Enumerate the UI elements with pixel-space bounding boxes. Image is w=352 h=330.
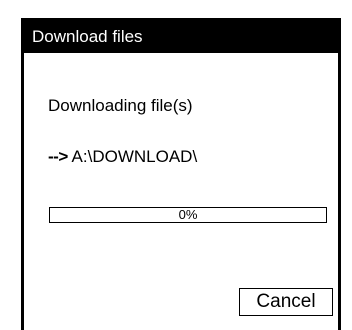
cancel-button[interactable]: Cancel — [239, 288, 333, 316]
download-dialog: Download files Downloading file(s) --> A… — [21, 18, 341, 330]
progress-percent-label: 0% — [178, 207, 198, 222]
progress-bar: 0% — [49, 207, 327, 223]
download-status-text: Downloading file(s) — [48, 96, 193, 115]
arrow-icon: --> — [48, 147, 68, 166]
download-path: A:\DOWNLOAD\ — [71, 147, 198, 166]
dialog-title: Download files — [24, 21, 338, 53]
download-path-row: --> A:\DOWNLOAD\ — [48, 147, 197, 167]
